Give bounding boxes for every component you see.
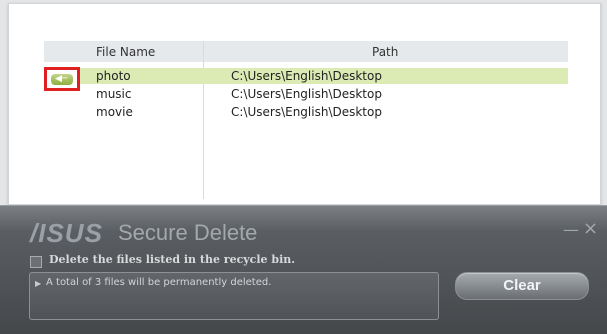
file-name: photo <box>96 69 131 83</box>
restore-highlight: ◀─ <box>44 67 80 91</box>
file-row-photo[interactable]: photo C:\Users\English\Desktop <box>44 68 568 84</box>
clear-button[interactable]: Clear <box>455 272 589 300</box>
file-path: C:\Users\English\Desktop <box>231 69 382 83</box>
delete-recycle-label[interactable]: Delete the files listed in the recycle b… <box>49 253 295 266</box>
file-row-movie[interactable]: movie C:\Users\English\Desktop <box>44 104 568 120</box>
app-title: Secure Delete <box>118 220 258 245</box>
file-list-panel: File Name Path photo C:\Users\English\De… <box>8 3 601 205</box>
brand-logo: /ISUS <box>30 218 103 248</box>
bullet-arrow-icon: ▶ <box>35 279 42 288</box>
column-header-path[interactable]: Path <box>372 45 398 59</box>
close-icon[interactable]: × <box>583 218 598 239</box>
message-text: A total of 3 files will be permanently d… <box>46 277 272 288</box>
clear-button-label: Clear <box>503 277 541 294</box>
minimize-icon[interactable]: — <box>563 220 579 239</box>
column-divider <box>203 41 204 199</box>
file-path: C:\Users\English\Desktop <box>231 105 382 119</box>
file-name: movie <box>96 105 133 119</box>
file-path: C:\Users\English\Desktop <box>231 87 382 101</box>
list-header: File Name Path <box>44 41 568 62</box>
secure-delete-panel: /ISUS Secure Delete — × Delete the files… <box>0 205 607 334</box>
delete-recycle-checkbox[interactable] <box>30 256 42 268</box>
left-arrow-icon: ◀─ <box>55 74 68 84</box>
file-row-music[interactable]: music C:\Users\English\Desktop <box>44 86 568 102</box>
column-header-file-name[interactable]: File Name <box>96 45 155 59</box>
file-name: music <box>96 87 132 101</box>
message-box: ▶ A total of 3 files will be permanently… <box>29 272 439 320</box>
restore-button[interactable]: ◀─ <box>51 74 73 85</box>
